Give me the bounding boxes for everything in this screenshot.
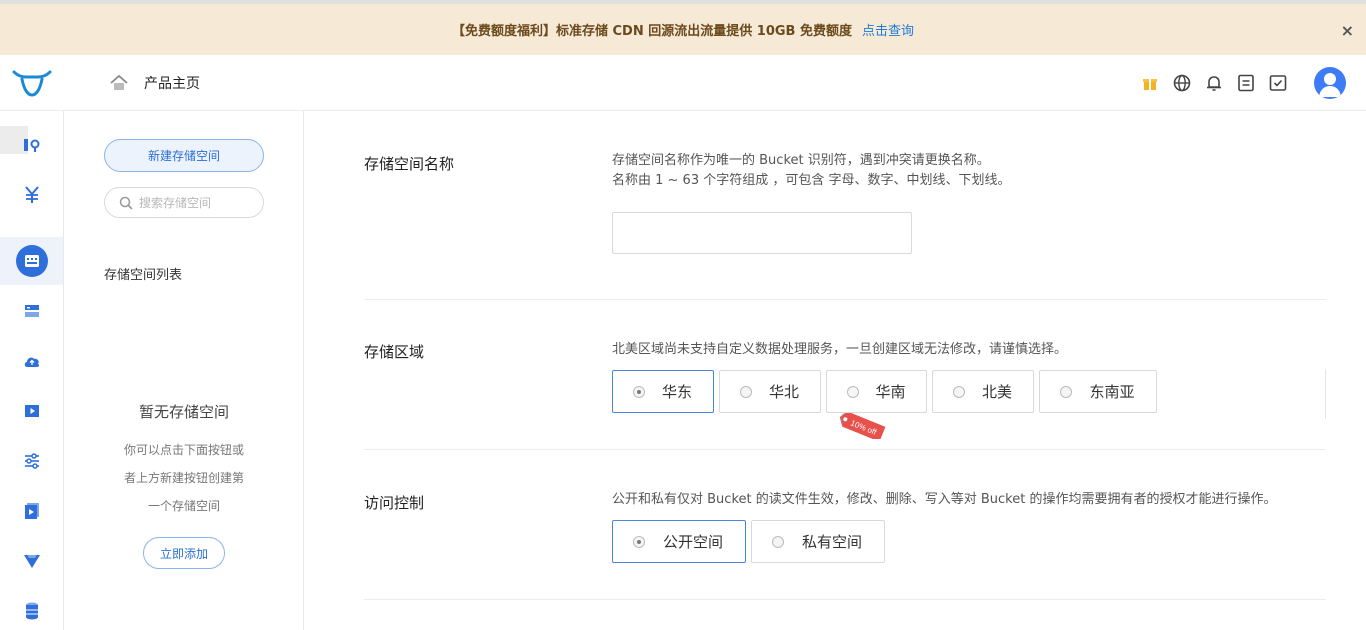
access-desc: 公开和私有仅对 Bucket 的读文件生效，修改、删除、写入等对 Bucket … [612,492,1277,507]
sliders-icon[interactable] [16,445,48,477]
access-option-public[interactable]: 公开空间 [612,520,746,563]
media-play-icon[interactable] [16,495,48,527]
bucket-name-desc: 存储空间名称作为唯一的 Bucket 识别符，遇到冲突请更换名称。 名称由 1 … [612,151,1011,191]
empty-desc-line: 你可以点击下面按钮或 [123,443,244,457]
database-icon[interactable] [16,595,48,627]
region-option-huanan[interactable]: 华南 [826,370,927,413]
bucket-name-desc-line2: 名称由 1 ~ 63 个字符组成 ，可包含 字母、数字、中划线、下划线。 [612,173,1011,188]
document-icon[interactable] [1230,67,1262,99]
region-option-label: 华南 [875,383,906,401]
region-desc: 北美区域尚未支持自定义数据处理服务，一旦创建区域无法修改，请谨慎选择。 [612,342,1068,357]
region-option-label: 北美 [981,383,1012,401]
close-icon[interactable]: × [1341,21,1354,40]
home-label: 产品主页 [144,76,200,92]
cloud-upload-icon[interactable] [16,345,48,377]
radio-icon [1060,385,1072,398]
image-location-icon[interactable] [16,129,48,161]
bucket-name-section: 存储空间名称 存储空间名称作为唯一的 Bucket 识别符，遇到冲突请更换名称。… [364,111,1326,300]
search-icon [119,196,133,210]
globe-icon[interactable] [1166,67,1198,99]
radio-icon [953,385,965,398]
bucket-name-desc-line1: 存储空间名称作为唯一的 Bucket 识别符，遇到冲突请更换名称。 [612,153,990,168]
bucket-sidebar: 新建存储空间 搜索存储空间 存储空间列表 暂无存储空间 你可以点击下面按钮或 者… [64,111,304,630]
empty-state-title: 暂无存储空间 [138,403,229,421]
region-option-label: 东南亚 [1089,383,1135,401]
radio-icon [772,535,784,548]
discount-tag: 10% off [839,413,886,439]
region-option-huadong[interactable]: 华东 [612,370,714,413]
search-placeholder: 搜索存储空间 [139,196,212,210]
bucket-name-label: 存储空间名称 [364,155,455,173]
bucket-list-title: 存储空间列表 [104,268,183,283]
yen-icon[interactable] [16,179,48,211]
region-divider [1325,369,1326,419]
gift-icon[interactable] [1134,67,1166,99]
region-option-huabei[interactable]: 华北 [719,370,821,413]
home-icon [110,75,128,90]
radio-icon [740,385,752,398]
header-toolbar [1134,67,1346,99]
storage-bucket-icon[interactable] [16,245,48,277]
bell-icon[interactable] [1198,67,1230,99]
user-icon [1319,73,1341,97]
radio-selected-icon [633,385,645,398]
bucket-name-input[interactable] [612,212,912,254]
new-bucket-button[interactable]: 新建存储空间 [104,139,264,172]
empty-state-desc: 你可以点击下面按钮或 者上方新建按钮创建第 一个存储空间 [104,436,264,520]
access-section: 访问控制 公开和私有仅对 Bucket 的读文件生效，修改、删除、写入等对 Bu… [364,450,1326,600]
logo-icon[interactable] [12,68,52,98]
region-option-beimei[interactable]: 北美 [932,370,1034,413]
promo-query-link[interactable]: 点击查询 [862,20,914,39]
region-label: 存储区域 [364,343,425,361]
task-check-icon[interactable] [1262,67,1294,99]
access-option-private[interactable]: 私有空间 [751,520,885,563]
bucket-search-input[interactable]: 搜索存储空间 [104,187,264,218]
add-bucket-button[interactable]: 立即添加 [143,537,225,569]
empty-desc-line: 一个存储空间 [147,499,220,513]
video-icon[interactable] [16,395,48,427]
promo-banner: 【免费额度福利】标准存储 CDN 回源流出流量提供 10GB 免费额度 点击查询… [0,0,1366,55]
access-option-label: 公开空间 [662,533,723,551]
radio-selected-icon [633,535,645,548]
region-option-label: 华东 [661,383,692,401]
user-avatar[interactable] [1314,67,1346,99]
promo-banner-text: 【免费额度福利】标准存储 CDN 回源流出流量提供 10GB 免费额度 [451,24,852,39]
server-list-icon[interactable] [16,295,48,327]
access-option-label: 私有空间 [801,533,862,551]
radio-icon [847,385,859,398]
region-option-label: 华北 [768,383,799,401]
top-header: 产品主页 [0,55,1366,111]
funnel-icon[interactable] [16,545,48,577]
product-rail [0,111,64,630]
home-nav[interactable]: 产品主页 [110,73,200,93]
region-option-dongnanya[interactable]: 东南亚 [1039,370,1157,413]
empty-desc-line: 者上方新建按钮创建第 [123,471,244,485]
create-bucket-form: 存储空间名称 存储空间名称作为唯一的 Bucket 识别符，遇到冲突请更换名称。… [304,111,1366,630]
access-label: 访问控制 [364,494,425,512]
